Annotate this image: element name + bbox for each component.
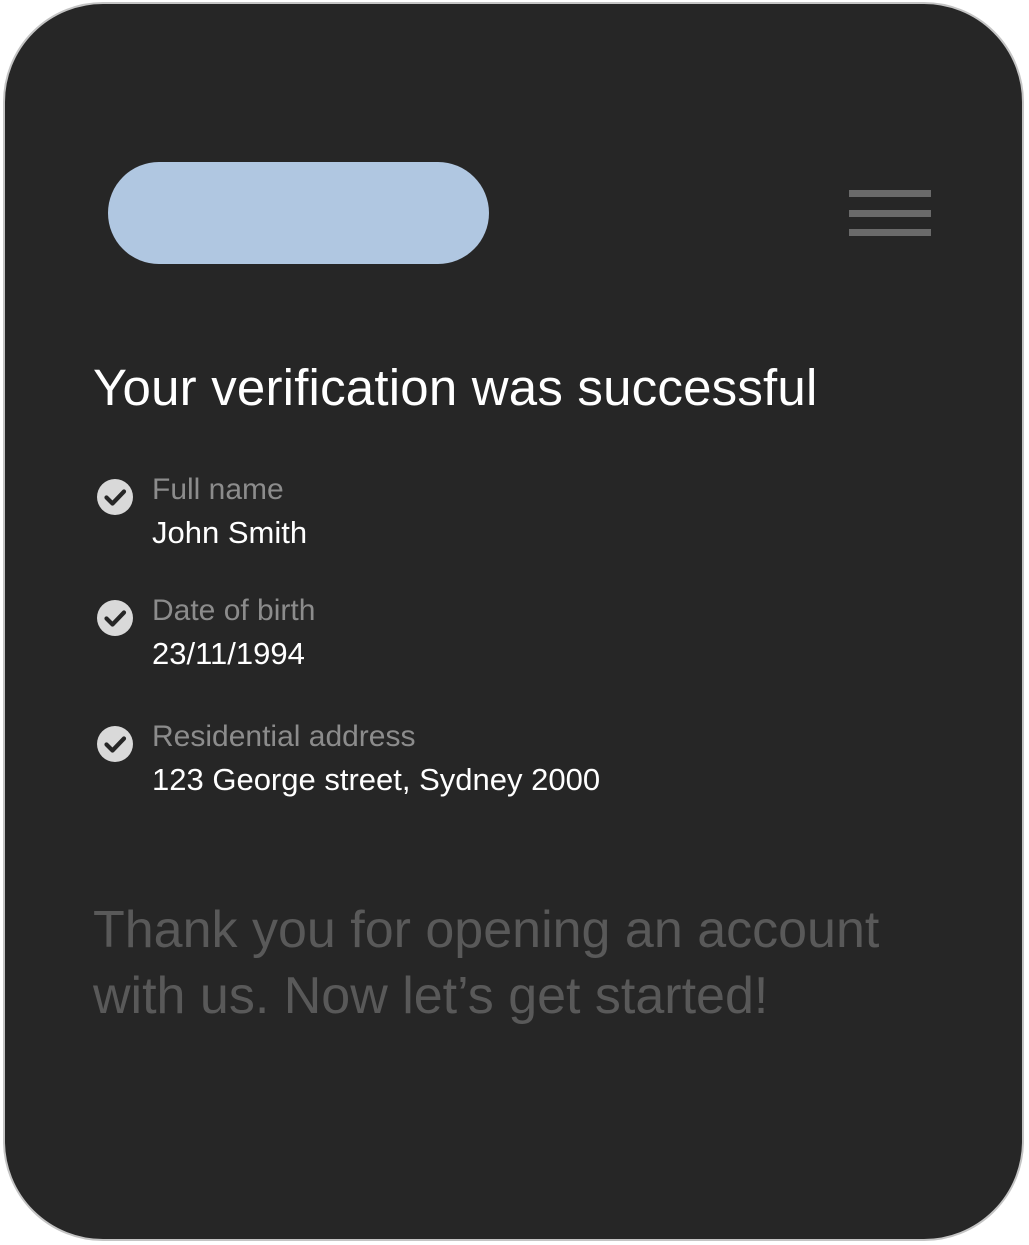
check-circle-icon: [97, 600, 133, 636]
hamburger-menu-icon[interactable]: [845, 184, 935, 244]
page-title: Your verification was successful: [93, 359, 818, 416]
field-label: Full name: [152, 473, 284, 506]
thank-you-message: Thank you for opening an account with us…: [93, 901, 880, 1025]
check-circle-icon: [97, 479, 133, 515]
field-label: Residential address: [152, 720, 416, 753]
check-circle-icon: [97, 726, 133, 762]
phone-screen: Your verification was successful Full na…: [3, 2, 1024, 1241]
menu-line: [849, 229, 931, 236]
field-value: 123 George street, Sydney 2000: [152, 762, 601, 797]
menu-line: [849, 190, 931, 197]
menu-line: [849, 210, 931, 217]
field-label: Date of birth: [152, 594, 316, 627]
field-value: 23/11/1994: [152, 636, 305, 671]
logo-placeholder: [108, 162, 489, 264]
field-value: John Smith: [152, 515, 308, 550]
